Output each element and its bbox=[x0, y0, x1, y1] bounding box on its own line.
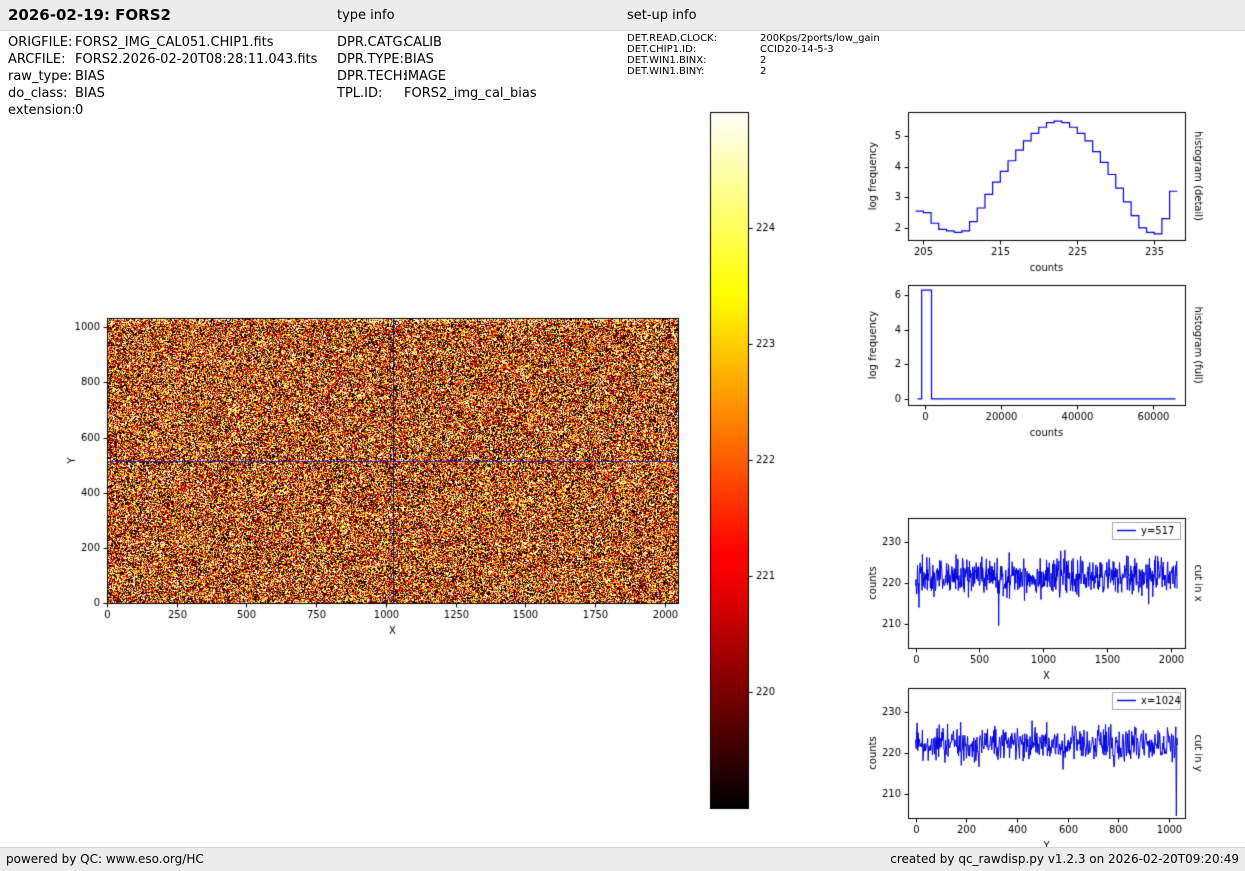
bias-image-plot bbox=[55, 305, 700, 660]
type-info-row: DPR.TECH: IMAGE bbox=[337, 68, 537, 85]
field-value: IMAGE bbox=[404, 68, 446, 85]
field-value: 0 bbox=[75, 102, 83, 119]
setup-info-heading: set-up info bbox=[627, 8, 697, 23]
field-label: DPR.CATG: bbox=[337, 34, 404, 51]
file-info-row: do_class: BIAS bbox=[8, 85, 317, 102]
field-label: DPR.TECH: bbox=[337, 68, 404, 85]
footer-bar: powered by QC: www.eso.org/HC created by… bbox=[0, 847, 1245, 871]
type-info-block: DPR.CATG: CALIB DPR.TYPE: BIAS DPR.TECH:… bbox=[337, 34, 537, 102]
setup-info-block: DET.READ.CLOCK: 200Kps/2ports/low_gain D… bbox=[627, 33, 880, 77]
histogram-detail-plot bbox=[860, 95, 1245, 295]
file-info-row: raw_type: BIAS bbox=[8, 68, 317, 85]
setup-info-row: DET.WIN1.BINX: 2 bbox=[627, 55, 880, 66]
field-value: BIAS bbox=[75, 68, 105, 85]
field-value: 200Kps/2ports/low_gain bbox=[760, 33, 880, 44]
footer-left-text: powered by QC: www.eso.org/HC bbox=[6, 852, 204, 866]
type-info-row: DPR.CATG: CALIB bbox=[337, 34, 537, 51]
file-info-block: ORIGFILE: FORS2_IMG_CAL051.CHIP1.fits AR… bbox=[8, 34, 317, 119]
field-label: ARCFILE: bbox=[8, 51, 75, 68]
field-label: DPR.TYPE: bbox=[337, 51, 404, 68]
type-info-heading: type info bbox=[337, 8, 395, 23]
field-label: DET.WIN1.BINX: bbox=[627, 55, 760, 66]
type-info-row: TPL.ID: FORS2_img_cal_bias bbox=[337, 85, 537, 102]
field-label: ORIGFILE: bbox=[8, 34, 75, 51]
field-value: BIAS bbox=[404, 51, 434, 68]
file-info-row: ORIGFILE: FORS2_IMG_CAL051.CHIP1.fits bbox=[8, 34, 317, 51]
field-value: CALIB bbox=[404, 34, 442, 51]
file-info-row: ARCFILE: FORS2.2026-02-20T08:28:11.043.f… bbox=[8, 51, 317, 68]
field-value: FORS2_img_cal_bias bbox=[404, 85, 537, 102]
field-label: DET.WIN1.BINY: bbox=[627, 66, 760, 77]
type-info-row: DPR.TYPE: BIAS bbox=[337, 51, 537, 68]
field-label: extension: bbox=[8, 102, 75, 119]
field-label: do_class: bbox=[8, 85, 75, 102]
page-title: 2026-02-19: FORS2 bbox=[8, 6, 171, 24]
colorbar bbox=[690, 100, 800, 820]
field-label: raw_type: bbox=[8, 68, 75, 85]
cut-in-y-plot bbox=[860, 670, 1245, 870]
field-value: BIAS bbox=[75, 85, 105, 102]
histogram-full-plot bbox=[860, 268, 1245, 468]
field-value: CCID20-14-5-3 bbox=[760, 44, 834, 55]
setup-info-row: DET.CHIP1.ID: CCID20-14-5-3 bbox=[627, 44, 880, 55]
field-label: DET.READ.CLOCK: bbox=[627, 33, 760, 44]
field-value: 2 bbox=[760, 55, 766, 66]
field-value: FORS2_IMG_CAL051.CHIP1.fits bbox=[75, 34, 274, 51]
setup-info-row: DET.READ.CLOCK: 200Kps/2ports/low_gain bbox=[627, 33, 880, 44]
field-label: TPL.ID: bbox=[337, 85, 404, 102]
header-bar: 2026-02-19: FORS2 type info set-up info bbox=[0, 0, 1245, 31]
field-value: 2 bbox=[760, 66, 766, 77]
setup-info-row: DET.WIN1.BINY: 2 bbox=[627, 66, 880, 77]
file-info-row: extension: 0 bbox=[8, 102, 317, 119]
footer-right-text: created by qc_rawdisp.py v1.2.3 on 2026-… bbox=[890, 852, 1239, 866]
field-label: DET.CHIP1.ID: bbox=[627, 44, 760, 55]
field-value: FORS2.2026-02-20T08:28:11.043.fits bbox=[75, 51, 317, 68]
